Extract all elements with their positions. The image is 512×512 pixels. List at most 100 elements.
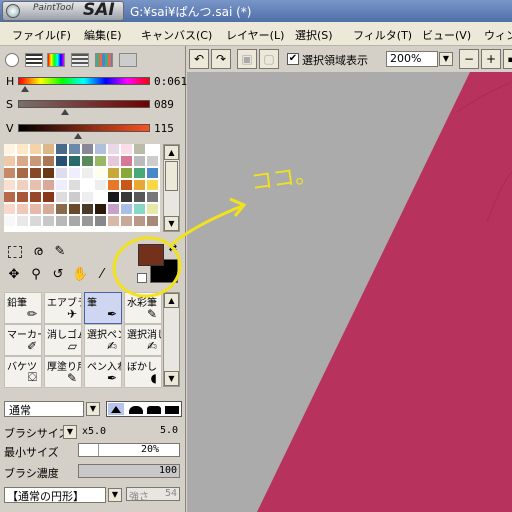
zoom-dropdown-icon[interactable]: ▼ — [439, 52, 453, 66]
hue-slider-handle[interactable] — [21, 86, 29, 92]
swatch-cell[interactable] — [69, 216, 81, 227]
zoom-in-icon[interactable]: + — [481, 49, 501, 69]
swatch-cell[interactable] — [108, 216, 120, 227]
undo-icon[interactable]: ↶ — [189, 49, 209, 69]
tool-brush[interactable]: 筆 ✒ — [84, 292, 122, 324]
swatch-cell[interactable] — [108, 204, 120, 215]
saturation-slider-handle[interactable] — [61, 109, 69, 115]
hue-slider[interactable] — [18, 77, 150, 85]
foreground-color-swatch[interactable] — [138, 244, 164, 266]
rgb-slider-toggle[interactable] — [25, 53, 43, 67]
zoom-icon[interactable]: ⚲ — [28, 267, 44, 283]
swatch-cell[interactable] — [95, 204, 107, 215]
swatch-cell[interactable] — [4, 216, 16, 227]
swatch-palette[interactable] — [4, 144, 160, 232]
magic-wand-icon[interactable]: ✎ — [52, 244, 68, 260]
tool-marker[interactable]: マーカー✐ — [4, 324, 42, 356]
swatch-cell[interactable] — [121, 216, 133, 227]
swatch-cell[interactable] — [134, 156, 146, 167]
tool-bucket[interactable]: バケツ ⛋ — [4, 356, 42, 388]
swatch-cell[interactable] — [95, 156, 107, 167]
swatch-cell[interactable] — [30, 192, 42, 203]
swatch-cell[interactable] — [43, 180, 55, 191]
swatch-cell[interactable] — [17, 216, 29, 227]
transparent-color-icon[interactable] — [137, 273, 147, 283]
swatch-cell[interactable] — [17, 156, 29, 167]
swatch-cell[interactable] — [43, 168, 55, 179]
saturation-slider[interactable] — [18, 100, 150, 108]
tool-pen[interactable]: ペン入れ✒ — [84, 356, 122, 388]
swatch-cell[interactable] — [147, 168, 159, 179]
swatch-cell[interactable] — [43, 204, 55, 215]
redo-icon[interactable]: ↷ — [211, 49, 231, 69]
swatch-cell[interactable] — [147, 204, 159, 215]
menu-edit[interactable]: 編集(E) — [84, 27, 122, 43]
swatch-cell[interactable] — [147, 144, 159, 155]
swatch-cell[interactable] — [134, 204, 146, 215]
menu-select[interactable]: 選択(S) — [295, 27, 333, 43]
tool-watercolor[interactable]: 水彩筆 ✎ — [124, 292, 162, 324]
swatch-cell[interactable] — [4, 144, 16, 155]
tool-scrollbar[interactable]: ▲ ▼ — [163, 292, 180, 387]
swatch-cell[interactable] — [121, 168, 133, 179]
swatch-cell[interactable] — [69, 180, 81, 191]
swatch-cell[interactable] — [134, 192, 146, 203]
swatch-cell[interactable] — [43, 192, 55, 203]
swatch-cell[interactable] — [56, 168, 68, 179]
swatch-cell[interactable] — [4, 180, 16, 191]
swatch-cell[interactable] — [30, 156, 42, 167]
canvas[interactable] — [187, 72, 512, 512]
swatch-cell[interactable] — [17, 144, 29, 155]
swatch-cell[interactable] — [17, 204, 29, 215]
value-slider[interactable] — [18, 124, 150, 132]
min-size-bar[interactable]: 20% — [78, 443, 180, 457]
swatch-cell[interactable] — [95, 180, 107, 191]
swatch-cell[interactable] — [108, 156, 120, 167]
swatch-cell[interactable] — [69, 204, 81, 215]
swatch-cell[interactable] — [108, 144, 120, 155]
swatch-cell[interactable] — [82, 156, 94, 167]
swatch-cell[interactable] — [17, 180, 29, 191]
swatch-cell[interactable] — [82, 204, 94, 215]
brush-edge-selector[interactable] — [106, 401, 182, 417]
swatch-cell[interactable] — [4, 204, 16, 215]
swatch-cell[interactable] — [4, 168, 16, 179]
eyedropper-icon[interactable]: ⁄ — [94, 267, 110, 283]
blend-mode-dropdown-icon[interactable]: ▼ — [86, 402, 100, 416]
swatch-cell[interactable] — [108, 168, 120, 179]
swatch-cell[interactable] — [82, 144, 94, 155]
strength-bar[interactable]: 強さ 54 — [126, 487, 180, 503]
density-bar[interactable]: 100 — [78, 464, 180, 478]
hsv-slider-toggle[interactable] — [47, 53, 65, 67]
swatch-cell[interactable] — [69, 192, 81, 203]
mix-slider-toggle[interactable] — [71, 53, 89, 67]
swatch-cell[interactable] — [95, 216, 107, 227]
swatch-cell[interactable] — [56, 144, 68, 155]
swatch-cell[interactable] — [95, 144, 107, 155]
swatch-cell[interactable] — [95, 192, 107, 203]
tool-airbrush[interactable]: エアブラシ✈ — [44, 292, 82, 324]
swatch-cell[interactable] — [30, 216, 42, 227]
color-wheel-toggle[interactable] — [5, 53, 19, 67]
zoom-select[interactable]: 200% — [386, 51, 438, 67]
swatch-cell[interactable] — [30, 144, 42, 155]
selection-display-checkbox[interactable]: ✔ — [287, 53, 299, 65]
swatch-cell[interactable] — [43, 144, 55, 155]
deselect-icon[interactable]: ▣ — [237, 49, 257, 69]
swatch-cell[interactable] — [147, 216, 159, 227]
lasso-icon[interactable]: ര — [30, 244, 46, 260]
swatch-cell[interactable] — [69, 144, 81, 155]
swatch-cell[interactable] — [108, 180, 120, 191]
swatch-cell[interactable] — [4, 156, 16, 167]
swatch-cell[interactable] — [121, 180, 133, 191]
swap-colors-icon[interactable]: ⇄ — [165, 241, 181, 257]
swatch-cell[interactable] — [43, 156, 55, 167]
tool-blur[interactable]: ぼかし ◖ — [124, 356, 162, 388]
swatch-cell[interactable] — [121, 192, 133, 203]
tool-scroll-up-icon[interactable]: ▲ — [164, 293, 179, 308]
value-slider-handle[interactable] — [74, 133, 82, 139]
move-icon[interactable]: ✥ — [6, 267, 22, 283]
brush-shape-dropdown-icon[interactable]: ▼ — [108, 488, 122, 502]
swatch-cell[interactable] — [134, 144, 146, 155]
zoom-out-icon[interactable]: − — [459, 49, 479, 69]
